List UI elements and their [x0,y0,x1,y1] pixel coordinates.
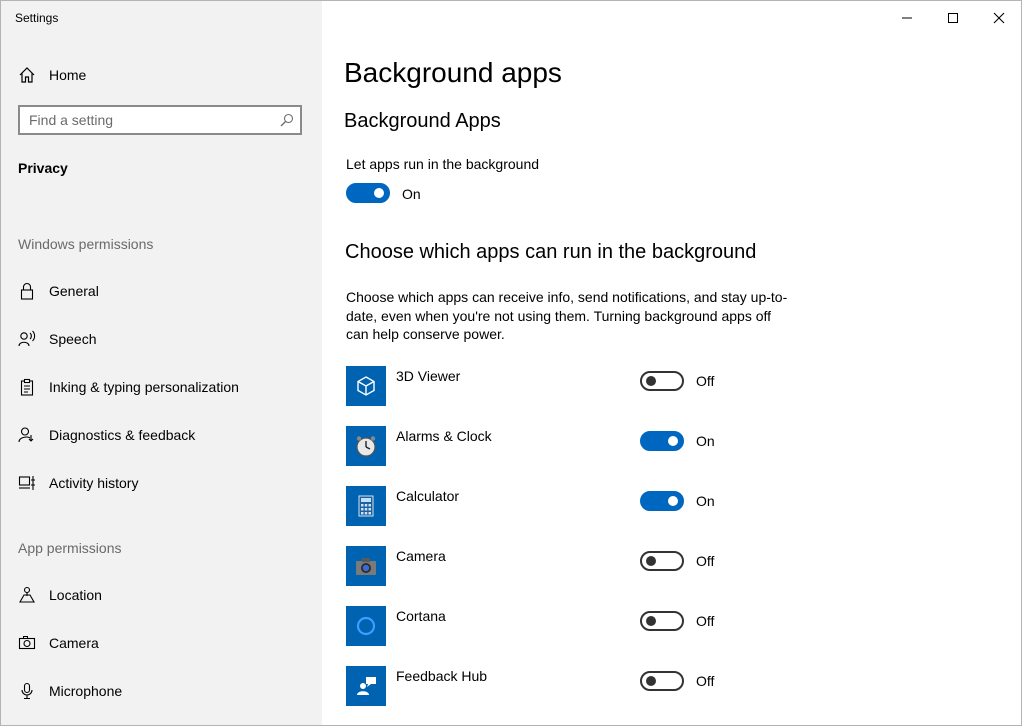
window-title: Settings [15,11,59,25]
camera-app-icon [346,546,386,586]
app-row-feedback-hub: Feedback Hub Off [346,666,1006,708]
sidebar-item-diagnostics[interactable]: Diagnostics & feedback [1,415,322,455]
app-row-alarms-clock: Alarms & Clock On [346,426,1006,468]
app-toggle[interactable] [640,611,684,631]
settings-window: Settings Home Privacy Windows permission… [0,0,1022,726]
choose-title: Choose which apps can run in the backgro… [345,241,757,263]
sidebar-item-speech[interactable]: Speech [1,319,322,359]
page-title: Background apps [344,57,562,88]
sidebar-item-label: Activity history [49,475,139,491]
feedback-hub-icon [346,666,386,706]
toggle-knob [374,188,384,198]
sidebar-item-inking-typing[interactable]: Inking & typing personalization [1,367,322,407]
let-apps-toggle[interactable] [346,183,390,203]
speech-icon [18,330,36,348]
diagnostics-icon [18,426,36,444]
toggle-knob [668,436,678,446]
sidebar-section-privacy: Privacy [18,160,68,176]
app-name: Calculator [396,488,460,504]
app-toggle[interactable] [640,431,684,451]
app-row-calculator: Calculator On [346,486,1006,528]
calculator-icon [346,486,386,526]
app-row-3d-viewer: 3D Viewer Off [346,366,1006,408]
app-toggle-state: Off [696,673,715,689]
app-name: Alarms & Clock [396,428,492,444]
main-content: Background apps Background Apps Let apps… [322,1,1021,725]
toggle-knob [646,556,656,566]
toggle-knob [668,496,678,506]
choose-description: Choose which apps can receive info, send… [346,289,788,342]
app-toggle-state: On [696,433,715,449]
sidebar-item-microphone[interactable]: Microphone [1,671,322,711]
sidebar-item-general[interactable]: General [1,271,322,311]
location-icon [18,586,36,604]
sidebar-item-label: Camera [49,635,99,651]
app-name: Feedback Hub [396,668,488,684]
lock-icon [18,282,36,300]
sidebar-item-label: Inking & typing personalization [49,379,239,395]
app-name: Cortana [396,608,446,624]
sidebar-item-label: Location [49,587,102,603]
microphone-icon [18,682,36,700]
app-toggle-state: On [696,493,715,509]
section-title: Background Apps [344,110,501,132]
home-icon [18,66,36,84]
app-name: 3D Viewer [396,368,461,384]
sidebar-item-label: Home [49,67,87,83]
app-permissions-header: App permissions [18,540,122,556]
clock-icon [346,426,386,466]
app-name: Camera [396,548,446,564]
sidebar-item-home[interactable]: Home [1,55,322,95]
app-toggle[interactable] [640,551,684,571]
app-toggle[interactable] [640,671,684,691]
search-input[interactable] [29,111,269,129]
let-apps-state: On [402,186,421,202]
app-row-cortana: Cortana Off [346,606,1006,648]
toggle-knob [646,376,656,386]
app-toggle-state: Off [696,553,715,569]
toggle-knob [646,676,656,686]
sidebar-item-label: Diagnostics & feedback [49,427,196,443]
sidebar-item-camera[interactable]: Camera [1,623,322,663]
search-icon[interactable] [280,113,294,127]
camera-icon [18,634,36,652]
activity-history-icon [18,474,36,492]
app-row-camera: Camera Off [346,546,1006,588]
cortana-icon [346,606,386,646]
sidebar-item-label: Microphone [49,683,123,699]
windows-permissions-header: Windows permissions [18,236,154,252]
cube-icon [346,366,386,406]
app-toggle-state: Off [696,373,715,389]
toggle-knob [646,616,656,626]
sidebar-item-label: Speech [49,331,97,347]
sidebar-item-label: General [49,283,99,299]
app-toggle-state: Off [696,613,715,629]
search-box[interactable] [18,105,302,135]
sidebar-item-activity-history[interactable]: Activity history [1,463,322,503]
app-toggle[interactable] [640,371,684,391]
clipboard-icon [18,378,36,396]
sidebar-item-location[interactable]: Location [1,575,322,615]
sidebar: Settings Home Privacy Windows permission… [1,1,322,725]
app-toggle[interactable] [640,491,684,511]
let-apps-label: Let apps run in the background [346,156,540,172]
